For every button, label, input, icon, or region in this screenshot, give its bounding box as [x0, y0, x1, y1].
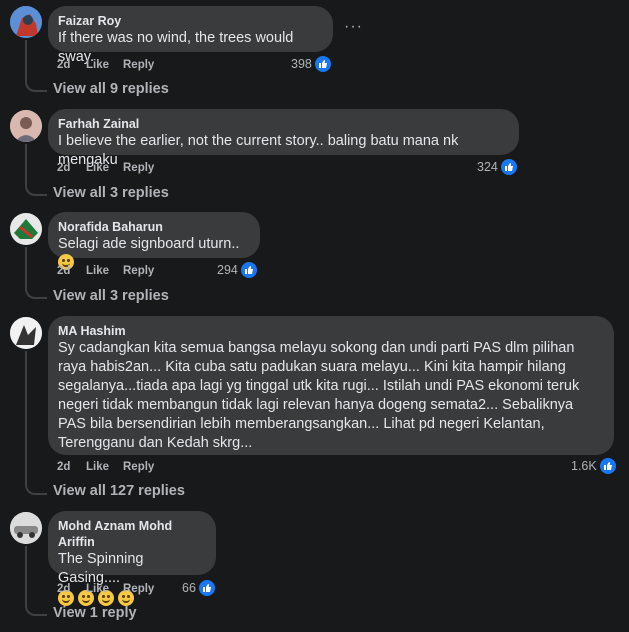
reply-button[interactable]: Reply — [123, 59, 154, 71]
comment-actions: 2d Like Reply — [57, 265, 154, 277]
reply-thread-line — [25, 351, 47, 495]
comment-text: Sy cadangkan kita semua bangsa melayu so… — [58, 340, 580, 451]
comment-time[interactable]: 2d — [57, 461, 86, 473]
comment-actions: 2d Like Reply — [57, 59, 154, 71]
thumbs-up-icon — [314, 56, 331, 72]
view-replies-link[interactable]: View all 9 replies — [53, 81, 169, 97]
reaction-count-value: 324 — [477, 160, 498, 174]
like-button[interactable]: Like — [86, 583, 123, 595]
comment-text-value: Selagi ade signboard uturn.. — [58, 236, 240, 252]
reply-button[interactable]: Reply — [123, 162, 154, 174]
thumbs-up-icon — [500, 159, 517, 175]
comment-time[interactable]: 2d — [57, 162, 86, 174]
comment-author[interactable]: Farhah Zainal — [58, 116, 507, 132]
comment-bubble: Norafida Baharun Selagi ade signboard ut… — [48, 212, 260, 270]
reaction-count[interactable]: 1.6K — [571, 458, 616, 474]
like-button[interactable]: Like — [86, 59, 123, 71]
thumbs-up-icon — [599, 458, 616, 474]
comment-author[interactable]: Faizar Roy — [58, 13, 321, 29]
reply-thread-line — [25, 144, 47, 196]
reaction-count[interactable]: 294 — [217, 262, 257, 278]
view-replies-link[interactable]: View all 3 replies — [53, 288, 169, 304]
avatar[interactable] — [10, 317, 42, 349]
avatar[interactable] — [10, 213, 42, 245]
reply-button[interactable]: Reply — [123, 583, 154, 595]
like-button[interactable]: Like — [86, 162, 123, 174]
reaction-count-value: 294 — [217, 263, 238, 277]
reaction-count-value: 398 — [291, 57, 312, 71]
view-replies-link[interactable]: View all 127 replies — [53, 483, 185, 499]
avatar[interactable] — [10, 512, 42, 544]
view-replies-link[interactable]: View all 3 replies — [53, 185, 169, 201]
comment-bubble: Faizar Roy If there was no wind, the tre… — [48, 6, 333, 65]
like-button[interactable]: Like — [86, 461, 123, 473]
comment-author[interactable]: MA Hashim — [58, 323, 602, 339]
thumbs-up-icon — [198, 580, 215, 596]
comment-actions: 2d Like Reply — [57, 461, 154, 473]
view-replies-link[interactable]: View 1 reply — [53, 605, 137, 621]
reply-thread-line — [25, 40, 47, 92]
comment-time[interactable]: 2d — [57, 583, 86, 595]
thumbs-up-icon — [240, 262, 257, 278]
comment-author[interactable]: Mohd Aznam Mohd Ariffin — [58, 518, 204, 550]
comment-actions: 2d Like Reply — [57, 583, 154, 595]
reaction-count-value: 1.6K — [571, 459, 597, 473]
reply-button[interactable]: Reply — [123, 461, 154, 473]
comment-time[interactable]: 2d — [57, 59, 86, 71]
reply-button[interactable]: Reply — [123, 265, 154, 277]
reaction-count-value: 66 — [182, 581, 196, 595]
comment-time[interactable]: 2d — [57, 265, 86, 277]
ellipsis-icon[interactable]: ··· — [344, 18, 363, 36]
avatar[interactable] — [10, 6, 42, 38]
avatar[interactable] — [10, 110, 42, 142]
comment-actions: 2d Like Reply — [57, 162, 154, 174]
reply-thread-line — [25, 546, 47, 616]
reaction-count[interactable]: 66 — [182, 580, 215, 596]
like-button[interactable]: Like — [86, 265, 123, 277]
comment-bubble: MA Hashim Sy cadangkan kita semua bangsa… — [48, 316, 614, 455]
comment-bubble: Farhah Zainal I believe the earlier, not… — [48, 109, 519, 168]
reaction-count[interactable]: 324 — [477, 159, 517, 175]
reply-thread-line — [25, 247, 47, 299]
reaction-count[interactable]: 398 — [291, 56, 331, 72]
comment-author[interactable]: Norafida Baharun — [58, 219, 248, 235]
comment-bubble: Mohd Aznam Mohd Ariffin The Spinning Gas… — [48, 511, 216, 606]
